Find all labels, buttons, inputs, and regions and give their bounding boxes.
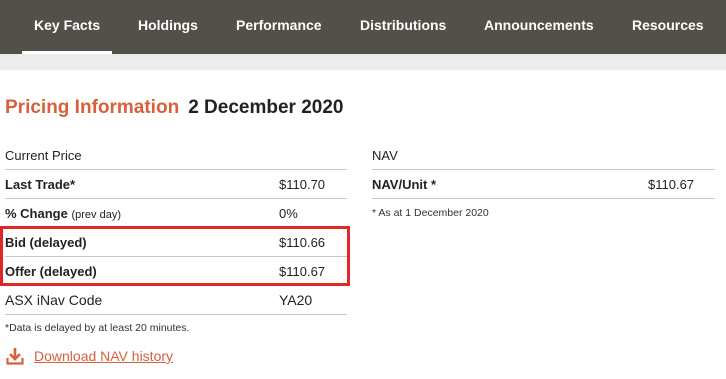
pct-change-sublabel: (prev day) <box>71 209 121 221</box>
pct-change-label: % Change <box>5 206 68 221</box>
tab-distributions[interactable]: Distributions <box>360 0 446 54</box>
last-trade-row: Last Trade* $110.70 <box>5 170 347 199</box>
tab-announcements[interactable]: Announcements <box>484 0 594 54</box>
top-nav: Key Facts Holdings Performance Distribut… <box>0 0 726 54</box>
inav-row: ASX iNav Code YA20 <box>5 286 347 315</box>
download-nav-history-link[interactable]: Download NAV history <box>6 346 173 366</box>
pct-change-value: 0% <box>279 206 298 221</box>
nav-unit-row: NAV/Unit * $110.67 <box>372 170 715 199</box>
current-price-header: Current Price <box>5 148 82 163</box>
download-nav-history-label[interactable]: Download NAV history <box>34 348 173 364</box>
pricing-heading: Pricing Information 2 December 2020 <box>5 97 343 119</box>
pricing-title: Pricing Information <box>5 97 180 118</box>
nav-unit-value: $110.67 <box>648 177 695 192</box>
inav-value: YA20 <box>279 292 313 308</box>
current-price-header-row: Current Price <box>5 141 347 170</box>
last-trade-label: Last Trade* <box>5 177 76 192</box>
nav-header: NAV <box>372 148 398 163</box>
nav-unit-label: NAV/Unit * <box>372 177 437 192</box>
tab-performance[interactable]: Performance <box>236 0 322 54</box>
bid-offer-highlight-box <box>0 226 350 286</box>
tab-resources[interactable]: Resources <box>632 0 704 54</box>
pct-change-row: % Change (prev day) 0% <box>5 199 347 228</box>
pricing-date: 2 December 2020 <box>188 97 344 118</box>
nav-header-row: NAV <box>372 141 715 170</box>
download-icon <box>6 347 24 365</box>
last-trade-value: $110.70 <box>279 177 326 192</box>
delay-note: *Data is delayed by at least 20 minutes. <box>5 322 190 334</box>
inav-label: ASX iNav Code <box>5 292 103 308</box>
nav-as-at-note: * As at 1 December 2020 <box>372 207 489 219</box>
nav-divider-band <box>0 54 726 70</box>
tab-holdings[interactable]: Holdings <box>138 0 198 54</box>
tab-key-facts[interactable]: Key Facts <box>21 0 113 54</box>
